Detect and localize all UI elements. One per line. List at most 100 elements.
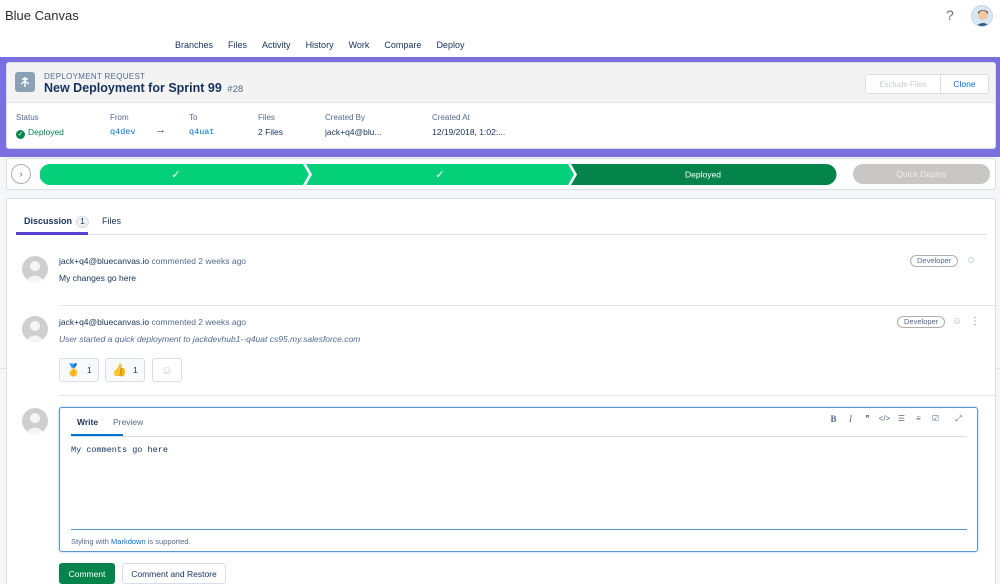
comment-button[interactable]: Comment: [59, 563, 115, 584]
markdown-link[interactable]: Markdown: [111, 537, 146, 546]
tab-files[interactable]: Files: [102, 216, 121, 226]
comment-divider: [59, 305, 997, 306]
expand-icon[interactable]: ⤢: [950, 414, 967, 424]
progress-card: › ✓ ✓ Deployed Quick Deploy: [6, 158, 996, 190]
app-title[interactable]: Blue Canvas: [5, 8, 79, 23]
comment-textarea[interactable]: My comments go here: [71, 445, 168, 455]
role-badge: Developer: [897, 316, 946, 328]
comment-divider: [59, 395, 997, 396]
deployment-number: #28: [227, 84, 244, 95]
created-at-field: Created At 12/19/2018, 1:02:...: [432, 113, 505, 137]
status-key: Status: [16, 113, 39, 122]
more-options-icon[interactable]: ⋮: [970, 316, 980, 327]
italic-icon[interactable]: I: [842, 414, 859, 424]
from-branch-link[interactable]: q4dev: [110, 127, 136, 137]
nav-deploy[interactable]: Deploy: [436, 40, 464, 50]
main-nav: Branches Files Activity History Work Com…: [175, 40, 479, 50]
step-1-check: ✓: [171, 168, 180, 181]
comment-time: commented 2 weeks ago: [151, 317, 247, 327]
tab-preview[interactable]: Preview: [113, 417, 143, 427]
task-list-icon[interactable]: ☑: [927, 414, 944, 424]
user-avatar[interactable]: [971, 5, 993, 27]
numbered-list-icon[interactable]: ≡: [910, 414, 927, 424]
quote-icon[interactable]: ❞: [859, 414, 876, 424]
code-icon[interactable]: </>: [876, 414, 893, 424]
add-reaction-button[interactable]: ☺: [152, 358, 182, 382]
comment-body: My changes go here: [59, 273, 137, 283]
note-suffix: is supported.: [147, 537, 191, 546]
files-value: 2 Files: [258, 127, 284, 137]
comment-header: jack+q4@bluecanvas.io commented 2 weeks …: [59, 256, 246, 266]
files-field: Files 2 Files: [258, 113, 283, 137]
editor-bottom-line: [71, 529, 967, 530]
comment-body: User started a quick deployment to jackd…: [59, 334, 361, 344]
to-branch-link[interactable]: q4uat: [189, 127, 215, 137]
created-by-value: jack+q4@blu...: [325, 127, 382, 137]
tab-write[interactable]: Write: [77, 417, 98, 427]
check-circle-icon: ✓: [16, 130, 25, 139]
comment-time: commented 2 weeks ago: [151, 256, 247, 266]
comment-author[interactable]: jack+q4@bluecanvas.io: [59, 317, 149, 327]
to-field: To q4uat: [189, 113, 215, 137]
reaction-thumbs-up[interactable]: 👍 1: [105, 358, 145, 382]
nav-history[interactable]: History: [306, 40, 334, 50]
comment-author[interactable]: jack+q4@bluecanvas.io: [59, 256, 149, 266]
smiley-icon[interactable]: ☺: [966, 255, 976, 266]
reaction-medal[interactable]: 🥇 1: [59, 358, 99, 382]
clone-button[interactable]: Clone: [940, 74, 989, 94]
quick-deploy-button[interactable]: Quick Deploy: [853, 164, 990, 184]
reaction-count: 1: [86, 365, 92, 375]
avatar: [22, 316, 48, 342]
tab-bar: Discussion 1 Files: [16, 207, 986, 235]
tab-discussion-label: Discussion: [24, 216, 73, 226]
deployment-label: DEPLOYMENT REQUEST: [44, 72, 146, 81]
medal-icon: 🥇: [66, 363, 81, 377]
formatting-toolbar: B I ❞ </> ☰ ≡ ☑ ⤢: [825, 414, 967, 424]
nav-activity[interactable]: Activity: [262, 40, 291, 50]
created-at-value: 12/19/2018, 1:02:...: [432, 127, 506, 137]
deployment-title-bar: DEPLOYMENT REQUEST New Deployment for Sp…: [7, 63, 995, 103]
active-tab-underline: [16, 232, 88, 235]
thumbs-up-icon: 👍: [112, 363, 127, 377]
editor-divider: [71, 436, 967, 437]
status-field: Status ✓ Deployed: [16, 113, 64, 139]
from-field: From q4dev: [110, 113, 136, 137]
step-3-label: Deployed: [685, 170, 721, 180]
comment-and-restore-button[interactable]: Comment and Restore: [122, 563, 226, 584]
smiley-icon[interactable]: ☺: [952, 316, 962, 327]
help-icon[interactable]: ?: [946, 7, 954, 23]
arrow-right-icon: →: [155, 124, 166, 136]
files-key: Files: [258, 113, 275, 122]
nav-compare[interactable]: Compare: [384, 40, 421, 50]
created-by-key: Created By: [325, 113, 366, 122]
comment-editor: Write Preview B I ❞ </> ☰ ≡ ☑ ⤢ My comme…: [59, 407, 978, 552]
bullet-list-icon[interactable]: ☰: [893, 414, 910, 424]
discussion-card: Discussion 1 Files jack+q4@bluecanvas.io …: [6, 198, 997, 584]
created-at-key: Created At: [432, 113, 470, 122]
note-prefix: Styling with: [71, 537, 109, 546]
add-reaction-icon: ☺: [160, 363, 174, 377]
nav-branches[interactable]: Branches: [175, 40, 213, 50]
nav-work[interactable]: Work: [349, 40, 370, 50]
progress-path: ✓ ✓ Deployed: [40, 164, 837, 185]
avatar: [22, 256, 48, 282]
avatar: [22, 408, 48, 434]
comment-header: jack+q4@bluecanvas.io commented 2 weeks …: [59, 317, 246, 327]
step-2-check: ✓: [435, 168, 444, 181]
bold-icon[interactable]: B: [825, 414, 842, 424]
status-text: Deployed: [28, 127, 64, 137]
tab-discussion[interactable]: Discussion 1: [24, 216, 90, 228]
deployment-icon: [15, 72, 35, 92]
markdown-note: Styling with Markdown is supported.: [71, 537, 191, 546]
reaction-count: 1: [132, 365, 138, 375]
role-badge: Developer: [910, 255, 959, 267]
to-key: To: [189, 113, 198, 122]
discussion-count-badge: 1: [76, 216, 90, 228]
deployment-title: New Deployment for Sprint 99: [44, 81, 222, 95]
page-title: New Deployment for Sprint 99 #28: [44, 81, 243, 95]
status-value: ✓ Deployed: [16, 127, 64, 139]
top-bar: Blue Canvas ? Branches Files Activity Hi…: [0, 0, 1000, 57]
nav-files[interactable]: Files: [228, 40, 247, 50]
chevron-right-icon[interactable]: ›: [11, 164, 31, 184]
exclude-files-button[interactable]: Exclude Files: [865, 74, 941, 94]
